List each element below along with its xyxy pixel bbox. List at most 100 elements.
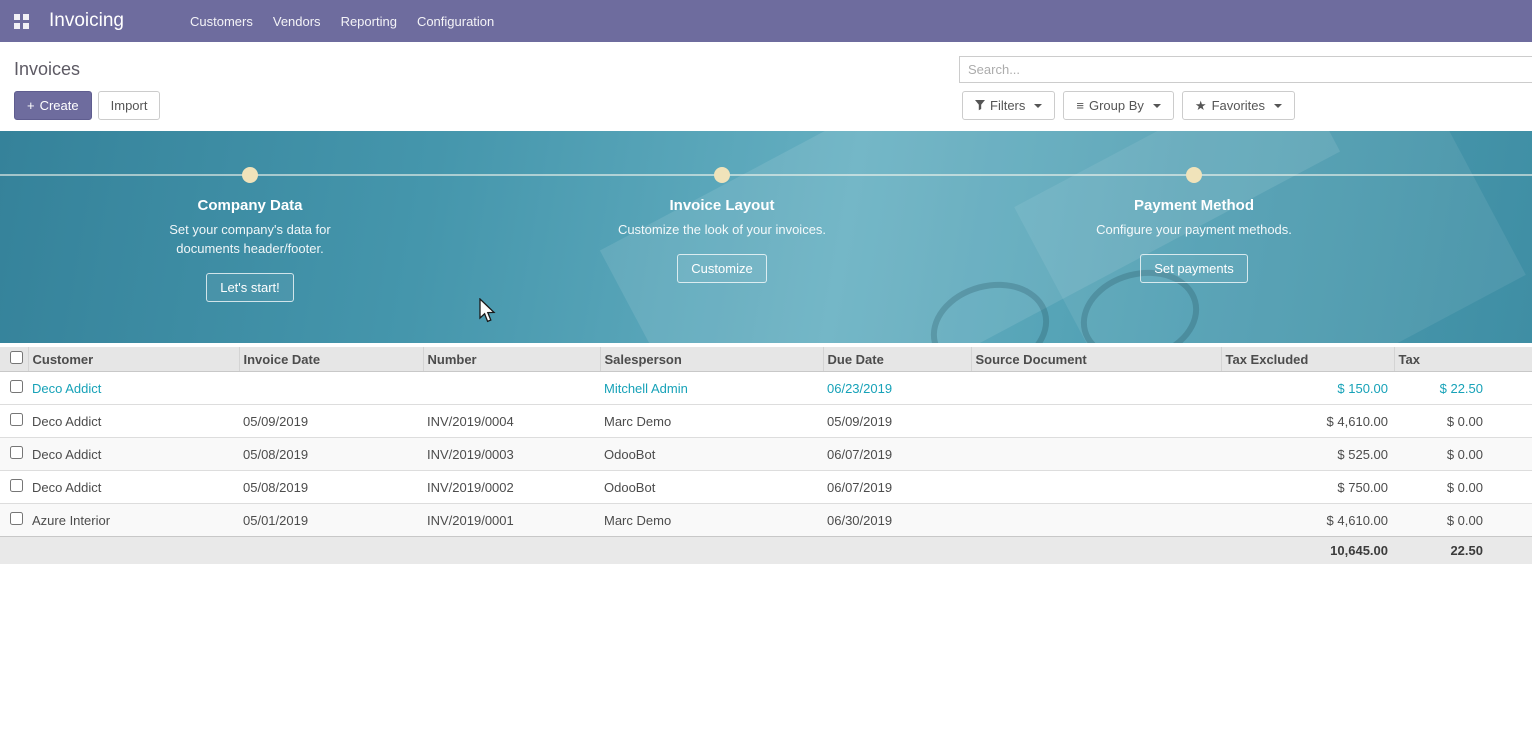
cell-number[interactable]: INV/2019/0003 (423, 438, 600, 471)
create-button[interactable]: + Create (14, 91, 92, 120)
cell-number[interactable]: INV/2019/0001 (423, 504, 600, 537)
cell-tax-excluded[interactable]: $ 525.00 (1221, 438, 1394, 471)
step-dot-icon (242, 167, 258, 183)
cell-tax[interactable]: $ 0.00 (1394, 504, 1532, 537)
create-button-label: Create (40, 98, 79, 113)
search-option-buttons: Filters ≡ Group By ★ Favorites (962, 91, 1295, 120)
cell-due-date[interactable]: 05/09/2019 (823, 405, 971, 438)
cell-due-date[interactable]: 06/07/2019 (823, 438, 971, 471)
lets-start-button[interactable]: Let's start! (206, 273, 294, 302)
column-header-salesperson[interactable]: Salesperson (600, 347, 823, 372)
cell-due-date[interactable]: 06/23/2019 (823, 372, 971, 405)
cell-tax[interactable]: $ 0.00 (1394, 438, 1532, 471)
menu-customers[interactable]: Customers (180, 0, 263, 42)
app-title[interactable]: Invoicing (49, 10, 124, 32)
row-select-cell[interactable] (0, 372, 28, 405)
select-all-checkbox[interactable] (10, 351, 23, 364)
customize-button[interactable]: Customize (677, 254, 766, 283)
select-all-header[interactable] (0, 347, 28, 372)
cell-due-date[interactable]: 06/30/2019 (823, 504, 971, 537)
row-checkbox[interactable] (10, 479, 23, 492)
cell-source-document[interactable] (971, 372, 1221, 405)
total-tax-excluded: 10,645.00 (1221, 537, 1394, 564)
invoice-table-body: Deco Addict Mitchell Admin 06/23/2019 $ … (0, 372, 1532, 537)
step-description: Set your company's data for documents he… (144, 220, 356, 258)
column-header-number[interactable]: Number (423, 347, 600, 372)
step-dot-icon (1186, 167, 1202, 183)
row-select-cell[interactable] (0, 504, 28, 537)
cell-invoice-date[interactable]: 05/01/2019 (239, 504, 423, 537)
menu-reporting[interactable]: Reporting (331, 0, 407, 42)
menu-vendors[interactable]: Vendors (263, 0, 331, 42)
breadcrumb: Invoices (14, 59, 80, 80)
column-header-due-date[interactable]: Due Date (823, 347, 971, 372)
column-header-tax-excluded[interactable]: Tax Excluded (1221, 347, 1394, 372)
row-checkbox[interactable] (10, 512, 23, 525)
cell-tax-excluded[interactable]: $ 150.00 (1221, 372, 1394, 405)
table-row[interactable]: Deco Addict 05/08/2019 INV/2019/0003 Odo… (0, 438, 1532, 471)
row-select-cell[interactable] (0, 405, 28, 438)
onboarding-step-payment-method: Payment Method Configure your payment me… (1044, 167, 1344, 283)
cell-salesperson[interactable]: OdooBot (600, 438, 823, 471)
menu-configuration[interactable]: Configuration (407, 0, 504, 42)
step-title: Invoice Layout (572, 197, 872, 214)
cell-customer[interactable]: Azure Interior (28, 504, 239, 537)
cell-tax-excluded[interactable]: $ 750.00 (1221, 471, 1394, 504)
navbar-menus: Customers Vendors Reporting Configuratio… (180, 0, 504, 42)
row-checkbox[interactable] (10, 446, 23, 459)
cell-tax[interactable]: $ 0.00 (1394, 471, 1532, 504)
cell-source-document[interactable] (971, 438, 1221, 471)
chevron-down-icon (1153, 104, 1161, 108)
cell-customer[interactable]: Deco Addict (28, 405, 239, 438)
cell-tax-excluded[interactable]: $ 4,610.00 (1221, 405, 1394, 438)
import-button[interactable]: Import (98, 91, 161, 120)
cell-invoice-date[interactable]: 05/08/2019 (239, 471, 423, 504)
table-row[interactable]: Deco Addict 05/09/2019 INV/2019/0004 Mar… (0, 405, 1532, 438)
group-by-button-label: Group By (1089, 98, 1144, 113)
cell-salesperson[interactable]: Mitchell Admin (600, 372, 823, 405)
set-payments-button[interactable]: Set payments (1140, 254, 1248, 283)
row-select-cell[interactable] (0, 471, 28, 504)
column-header-source-document[interactable]: Source Document (971, 347, 1221, 372)
cell-source-document[interactable] (971, 504, 1221, 537)
cell-salesperson[interactable]: Marc Demo (600, 504, 823, 537)
cell-invoice-date[interactable]: 05/09/2019 (239, 405, 423, 438)
apps-grid-icon (14, 14, 29, 29)
table-row[interactable]: Deco Addict Mitchell Admin 06/23/2019 $ … (0, 372, 1532, 405)
cell-invoice-date[interactable]: 05/08/2019 (239, 438, 423, 471)
cell-salesperson[interactable]: Marc Demo (600, 405, 823, 438)
cell-salesperson[interactable]: OdooBot (600, 471, 823, 504)
cell-customer[interactable]: Deco Addict (28, 438, 239, 471)
cell-customer[interactable]: Deco Addict (28, 471, 239, 504)
cell-due-date[interactable]: 06/07/2019 (823, 471, 971, 504)
invoice-list-table: Customer Invoice Date Number Salesperson… (0, 347, 1532, 564)
filters-button[interactable]: Filters (962, 91, 1055, 120)
group-by-button[interactable]: ≡ Group By (1063, 91, 1174, 120)
cell-source-document[interactable] (971, 405, 1221, 438)
cell-tax[interactable]: $ 0.00 (1394, 405, 1532, 438)
cell-customer[interactable]: Deco Addict (28, 372, 239, 405)
table-row[interactable]: Deco Addict 05/08/2019 INV/2019/0002 Odo… (0, 471, 1532, 504)
cell-tax[interactable]: $ 22.50 (1394, 372, 1532, 405)
control-panel-button-row: + Create Import Filters ≡ Group By ★ Fav… (0, 91, 1532, 120)
cell-invoice-date[interactable] (239, 372, 423, 405)
column-header-tax[interactable]: Tax (1394, 347, 1532, 372)
cell-number[interactable] (423, 372, 600, 405)
cell-tax-excluded[interactable]: $ 4,610.00 (1221, 504, 1394, 537)
table-row[interactable]: Azure Interior 05/01/2019 INV/2019/0001 … (0, 504, 1532, 537)
step-description: Configure your payment methods. (1088, 220, 1300, 239)
apps-menu-button[interactable] (0, 0, 43, 42)
column-header-customer[interactable]: Customer (28, 347, 239, 372)
step-description: Customize the look of your invoices. (616, 220, 828, 239)
favorites-button[interactable]: ★ Favorites (1182, 91, 1295, 120)
step-title: Payment Method (1044, 197, 1344, 214)
total-tax: 22.50 (1394, 537, 1532, 564)
row-checkbox[interactable] (10, 413, 23, 426)
row-checkbox[interactable] (10, 380, 23, 393)
search-input[interactable] (959, 56, 1532, 83)
cell-number[interactable]: INV/2019/0002 (423, 471, 600, 504)
cell-source-document[interactable] (971, 471, 1221, 504)
row-select-cell[interactable] (0, 438, 28, 471)
column-header-invoice-date[interactable]: Invoice Date (239, 347, 423, 372)
cell-number[interactable]: INV/2019/0004 (423, 405, 600, 438)
